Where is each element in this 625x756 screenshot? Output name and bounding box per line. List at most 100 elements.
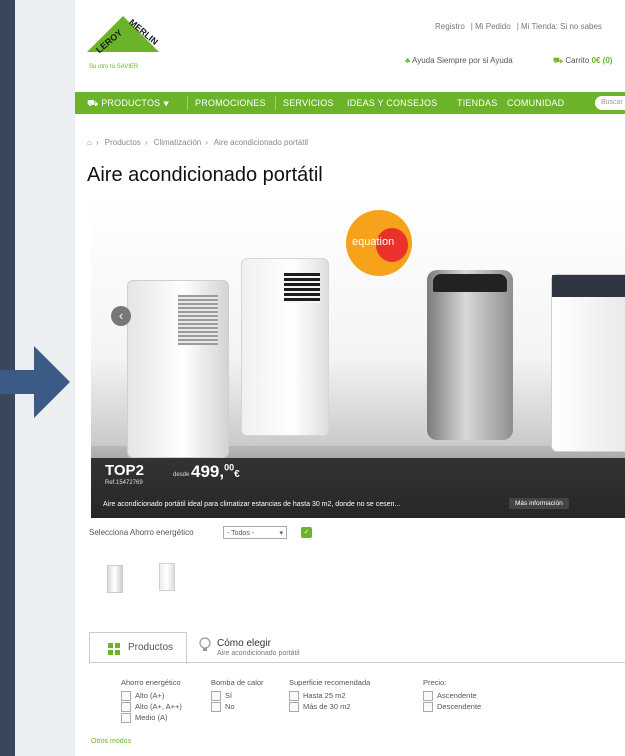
filter-price: Precio: Ascendente Descendente [423,678,481,712]
nav-item-ideas[interactable]: IDEAS Y CONSEJOS [347,98,437,108]
checkbox[interactable] [211,690,221,701]
tab-guide-title[interactable]: Cómo elegir [217,638,271,649]
checkbox[interactable] [121,690,131,701]
filter-title: Superficie recomendada [289,678,371,687]
ac-grill [284,273,320,303]
breadcrumb-item[interactable]: Climatización [154,138,202,147]
checkbox[interactable] [121,701,131,712]
checkbox[interactable] [423,701,433,712]
product-image-white-ac [241,258,329,436]
checkbox[interactable] [211,701,221,712]
nav-item-promotions[interactable]: PROMOCIONES [195,98,266,108]
filter-option[interactable]: Sí [211,690,264,701]
site-header: LEROY MERLIN Su otro tú SAVIER Registro |… [75,0,625,90]
filter-option[interactable]: Ascendente [423,690,481,701]
price-currency: € [234,469,240,480]
account-links: Registro | Mi Pedido | Mi Tienda: Si no sa… [435,22,602,31]
nav-divider [275,96,276,110]
search-input[interactable]: Buscar [595,96,625,110]
product-image-silver-ac [427,270,513,440]
energy-select-value: - Todos - [227,530,255,537]
filter-title: Bomba de calor [211,678,264,687]
breadcrumb-item: Aire acondicionado portátil [213,138,308,147]
hero-carousel[interactable]: equation ‹ TOP2 Ref.15472769 desde 499,0… [91,196,625,518]
filter-title: Ahorro energético [121,678,181,687]
filter-option-label: Alto (A+, A++) [135,702,182,711]
hero-caption: TOP2 Ref.15472769 desde 499,00€ Aire aco… [91,458,625,518]
main-nav: ⛟ PRODUCTOS ▾ PROMOCIONES SERVICIOS IDEA… [75,92,625,114]
chevron-down-icon: ▾ [279,530,283,537]
filter-option[interactable]: No [211,701,264,712]
help-link[interactable]: ♣ Ayuda Siempre por si Ayuda [405,56,513,65]
chevron-left-icon: ‹ [118,308,124,323]
arrow-right-icon [0,346,70,418]
ac-grill [178,295,218,345]
product-ref: Ref.15472769 [105,480,143,486]
filter-option[interactable]: Descendente [423,701,481,712]
filter-option-label: Ascendente [437,691,477,700]
filter-option-label: Más de 30 m2 [303,702,351,711]
filter-option[interactable]: Más de 30 m2 [289,701,370,712]
checkbox[interactable] [289,701,299,712]
energy-select[interactable]: - Todos - ▾ [223,526,287,539]
cart-label: Carrito [565,56,590,65]
equation-brand-badge: equation [346,210,412,276]
breadcrumb: ⌂ › Productos › Climatización › Aire acondi… [87,138,308,147]
nav-item-services[interactable]: SERVICIOS [283,98,334,108]
filter-option-label: No [225,702,235,711]
grid-icon [108,643,120,655]
tab-products-label: Productos [128,642,174,653]
filter-option[interactable]: Hasta 25 m2 [289,690,370,701]
more-info-button[interactable]: Más información [509,498,569,509]
filter-title: Precio: [423,678,447,687]
checkbox[interactable] [423,690,433,701]
badge-label: equation [352,236,395,248]
breadcrumb-item[interactable]: Productos [105,138,141,147]
leroy-merlin-logo[interactable]: LEROY MERLIN Su otro tú SAVIER [83,12,163,78]
browser-page: LEROY MERLIN Su otro tú SAVIER Registro |… [75,0,625,756]
my-store-link[interactable]: Mi Tienda: Si no sabes [521,22,602,31]
help-icon: ♣ [405,56,411,65]
chevron-down-icon: ▾ [163,98,170,108]
price-cents: 00 [224,462,235,473]
ac-top-panel [433,274,507,292]
product-price: 499,00€ [191,462,240,482]
product-thumbnail[interactable] [159,563,175,591]
svg-text:Su otro tú SAVIER: Su otro tú SAVIER [89,64,139,70]
checkbox[interactable] [121,712,131,723]
tab-products[interactable]: Productos [89,632,187,664]
product-thumbnail[interactable] [107,565,123,593]
help-label: Ayuda Siempre por si Ayuda [412,56,513,65]
cart-count: 0€ (0) [591,56,613,65]
filter-option[interactable]: Medio (A) [121,712,182,723]
checkbox[interactable] [289,690,299,701]
filter-option[interactable]: Alto (A+) [121,690,182,701]
cart-button[interactable]: ⛟ Carrito 0€ (0) [553,56,612,66]
filter-option-label: Descendente [437,702,482,711]
filter-option-label: Sí [225,691,233,700]
price-prefix: desde [173,472,190,478]
filter-option-label: Medio (A) [135,713,168,722]
tab-guide-subtitle: Aire acondicionado portátil [217,650,300,657]
energy-filter-label: Selecciona Ahorro energético [89,528,194,537]
ac-top-panel [552,275,625,297]
filter-option-label: Hasta 25 m2 [303,691,346,700]
nav-divider [187,96,188,110]
nav-item-stores[interactable]: TIENDAS [457,98,497,108]
nav-item-community[interactable]: COMUNIDAD [507,98,564,108]
page-title: Aire acondicionado portátil [87,164,323,186]
tabs-divider [89,662,625,663]
cart-icon: ⛟ [553,56,564,65]
carousel-prev-button[interactable]: ‹ [111,306,131,326]
register-link[interactable]: Registro [435,22,465,31]
filter-option[interactable]: Alto (A+, A++) [121,701,182,712]
filter-energy: Ahorro energético Alto (A+) Alto (A+, A+… [121,678,182,723]
more-filters-link[interactable]: Otros modos [91,738,131,745]
nav-products-label: PRODUCTOS [101,98,161,108]
cart-icon: ⛟ [87,98,99,108]
energy-apply-button[interactable]: ✓ [301,527,312,538]
my-orders-link[interactable]: Mi Pedido [475,22,511,31]
product-image-white-ac [551,274,625,452]
nav-item-products[interactable]: ⛟ PRODUCTOS ▾ [87,98,169,110]
home-icon[interactable]: ⌂ [87,138,92,147]
